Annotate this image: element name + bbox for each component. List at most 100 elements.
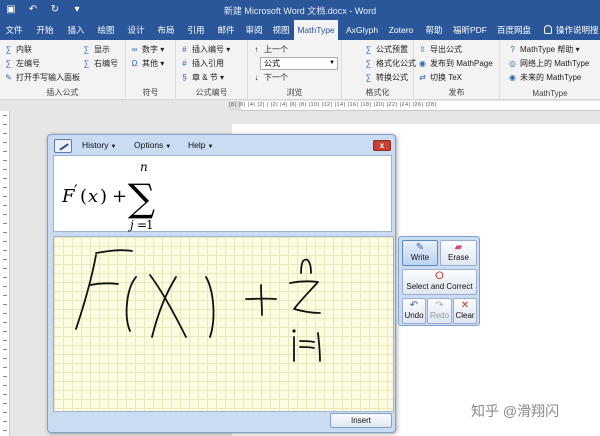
- formula-preview-svg: F ′ ( x ) + ∑ n j = 1: [61, 160, 155, 232]
- inline-button[interactable]: ∑ 内联: [4, 43, 32, 56]
- vertical-ruler[interactable]: [0, 111, 10, 436]
- tab-axglyph[interactable]: AxGlyph: [342, 20, 382, 40]
- ruler-tick: [3, 232, 7, 233]
- down-arrow-icon: ↓: [254, 73, 259, 82]
- stroke-one: [317, 332, 321, 362]
- chapter-section-icon: §: [182, 73, 187, 82]
- tab-foxit-pdf[interactable]: 福昕PDF: [450, 20, 490, 40]
- previous-button[interactable]: ↑ 上一个: [252, 43, 289, 56]
- equation-preferences-button[interactable]: ∑ 公式预置: [364, 43, 408, 56]
- pen-logo-icon: [54, 139, 72, 153]
- future-mathtype-button[interactable]: ◉ 未来的 MathType: [508, 71, 581, 84]
- help-menu[interactable]: Help ▼: [188, 140, 213, 150]
- ribbon-tabs: 文件 开始 插入 绘图 设计 布局 引用 邮件 审阅 视图 MathType A…: [0, 20, 600, 40]
- window-title: 新建 Microsoft Word 文档.docx - Word: [223, 6, 377, 16]
- toggle-tex-label: 切换 TeX: [430, 73, 463, 82]
- numbers-dropdown[interactable]: ∞ 数字 ▾: [130, 43, 165, 56]
- group-equation-numbers: # 插入编号 ▾ # 插入引用 § 章 & 节 ▾ 公式编号: [176, 40, 248, 100]
- ruler-tick: [3, 403, 7, 404]
- right-number-label: 右编号: [94, 59, 118, 68]
- ruler-tick: [3, 115, 7, 116]
- equation-type-value: 公式: [264, 59, 280, 68]
- ruler-tick: [3, 124, 7, 125]
- other-dropdown[interactable]: Ω 其他 ▾: [130, 57, 165, 70]
- tab-mathtype[interactable]: MathType: [294, 20, 338, 40]
- mathtype-help-button[interactable]: ? MathType 帮助 ▾: [508, 43, 579, 56]
- convert-equations-button[interactable]: ∑ 转换公式: [364, 71, 408, 84]
- convert-equations-label: 转换公式: [376, 73, 408, 82]
- tell-me-search[interactable]: 操作说明搜: [544, 20, 599, 40]
- tab-insert[interactable]: 插入: [62, 20, 90, 40]
- insert-reference-label: 插入引用: [192, 59, 224, 68]
- tab-layout[interactable]: 布局: [152, 20, 180, 40]
- left-number-button[interactable]: ∑ 左编号: [4, 57, 40, 70]
- display-button[interactable]: ∑ 显示: [82, 43, 110, 56]
- redo-icon: ↷: [435, 300, 444, 311]
- history-menu[interactable]: History ▼: [82, 140, 116, 150]
- tab-view[interactable]: 视图: [268, 20, 294, 40]
- future-mathtype-label: 未来的 MathType: [520, 73, 582, 82]
- tab-baidu-netdisk[interactable]: 百度网盘: [494, 20, 534, 40]
- tab-home[interactable]: 开始: [30, 20, 60, 40]
- handwriting-pad[interactable]: [53, 236, 394, 412]
- insert-number-dropdown[interactable]: # 插入编号 ▾: [180, 43, 230, 56]
- group-format: ∑ 公式预置 ∑ 格式化公式 ∑ 转换公式 格式化: [342, 40, 416, 100]
- stroke-equals-top: [299, 340, 315, 343]
- export-equations-button[interactable]: ⇪ 导出公式: [418, 43, 462, 56]
- formula-prime: ′: [74, 181, 78, 200]
- close-button[interactable]: x: [373, 140, 391, 151]
- ruler-tick: [3, 268, 7, 269]
- insert-button[interactable]: Insert: [330, 413, 392, 428]
- tab-zotero[interactable]: Zotero: [386, 20, 416, 40]
- format-equations-icon: ∑: [365, 59, 372, 68]
- options-menu[interactable]: Options ▼: [134, 140, 171, 150]
- lightbulb-icon: [544, 25, 552, 34]
- stroke-f-vertical: [75, 254, 97, 330]
- erase-label: Erase: [448, 253, 469, 262]
- globe-icon: ◉: [419, 59, 426, 68]
- insert-reference-button[interactable]: # 插入引用: [180, 57, 224, 70]
- right-number-icon: ∑: [83, 59, 90, 68]
- publish-mathpage-button[interactable]: ◉ 发布到 MathPage: [418, 57, 493, 70]
- ruler-tick: [3, 286, 7, 287]
- select-and-correct-button[interactable]: ⵔ Select and Correct: [402, 269, 477, 295]
- horizontal-ruler[interactable]: |8| |6| |4| |2| | |2| |4| |6| |8| |10| |…: [229, 101, 600, 111]
- group-browse: ↑ 上一个 公式 ▼ ↓ 下一个 浏览: [248, 40, 342, 100]
- open-handwriting-panel-button[interactable]: ✎ 打开手写输入面板: [4, 71, 80, 84]
- future-icon: ◉: [509, 73, 516, 82]
- clear-label: Clear: [455, 311, 475, 320]
- tab-references[interactable]: 引用: [182, 20, 210, 40]
- convert-equations-icon: ∑: [365, 73, 372, 82]
- ruler-tick: [3, 214, 7, 215]
- select-and-correct-label: Select and Correct: [406, 282, 473, 291]
- tab-review[interactable]: 审阅: [240, 20, 268, 40]
- mathtype-help-label: MathType 帮助: [520, 45, 574, 54]
- inline-equation-icon: ∑: [5, 45, 12, 54]
- redo-button[interactable]: ↷ Redo: [427, 298, 452, 324]
- ruler-tick: [3, 250, 7, 251]
- tab-file[interactable]: 文件: [0, 20, 28, 40]
- toggle-tex-button[interactable]: ⇄ 切换 TeX: [418, 71, 462, 84]
- tab-draw[interactable]: 绘图: [92, 20, 120, 40]
- tab-help[interactable]: 帮助: [422, 20, 446, 40]
- undo-button[interactable]: ↶ Undo: [402, 298, 426, 324]
- equation-preferences-label: 公式预置: [376, 45, 408, 54]
- stroke-f-top: [95, 249, 133, 254]
- clear-button[interactable]: ✕ Clear: [453, 298, 477, 324]
- format-equations-label: 格式化公式: [376, 59, 416, 68]
- write-button[interactable]: ✎ Write: [402, 240, 438, 266]
- right-number-button[interactable]: ∑ 右编号: [82, 57, 118, 70]
- stroke-open-paren: [125, 276, 137, 332]
- erase-button[interactable]: ▰ Erase: [440, 240, 477, 266]
- next-button[interactable]: ↓ 下一个: [252, 71, 289, 84]
- format-equations-button[interactable]: ∑ 格式化公式: [364, 57, 416, 70]
- tab-mailings[interactable]: 邮件: [212, 20, 240, 40]
- chapter-section-dropdown[interactable]: § 章 & 节 ▾: [180, 71, 224, 84]
- ruler-tick: [3, 196, 7, 197]
- tab-design[interactable]: 设计: [122, 20, 150, 40]
- group-label-publish: 发布: [448, 88, 465, 97]
- equation-type-select[interactable]: 公式 ▼: [260, 57, 338, 70]
- open-handwriting-panel-label: 打开手写输入面板: [16, 73, 80, 82]
- group-label-browse: 浏览: [286, 88, 303, 97]
- mathtype-on-web-button[interactable]: ◎ 网络上的 MathType: [508, 57, 589, 70]
